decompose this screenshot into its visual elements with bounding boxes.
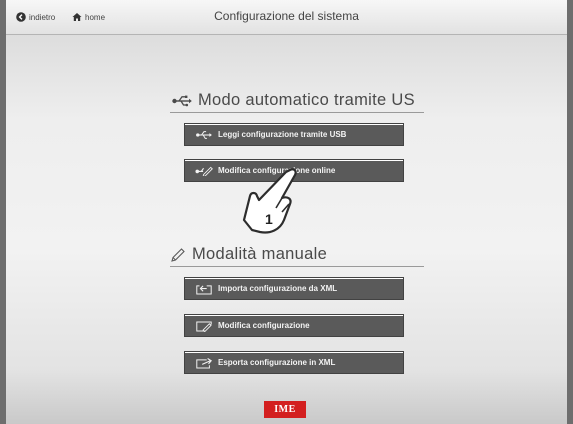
top-bar: indietro home Configurazione del sistema bbox=[6, 0, 567, 35]
left-border bbox=[0, 0, 6, 424]
read-usb-config-label: Leggi configurazione tramite USB bbox=[218, 130, 347, 139]
app-window: indietro home Configurazione del sistema… bbox=[0, 0, 573, 424]
edit-config-label: Modifica configurazione bbox=[218, 321, 310, 330]
edit-config-button[interactable]: Modifica configurazione bbox=[184, 314, 404, 337]
import-xml-config-label: Importa configurazione da XML bbox=[218, 284, 338, 293]
manual-section-title: Modalità manuale bbox=[192, 245, 328, 263]
import-icon bbox=[196, 284, 212, 294]
usb-icon bbox=[196, 130, 212, 139]
manual-section-heading: Modalità manuale bbox=[170, 245, 327, 264]
manual-section-divider bbox=[170, 266, 424, 267]
read-usb-config-button[interactable]: Leggi configurazione tramite USB bbox=[184, 123, 404, 146]
import-xml-config-button[interactable]: Importa configurazione da XML bbox=[184, 277, 404, 300]
pencil-icon bbox=[171, 247, 185, 262]
auto-section-title: Modo automatico tramite US bbox=[198, 91, 415, 109]
export-xml-config-label: Esporta configurazione in XML bbox=[218, 358, 336, 367]
auto-section-divider bbox=[170, 112, 424, 113]
pointing-hand-icon: 1 bbox=[242, 168, 297, 234]
export-icon bbox=[196, 357, 213, 368]
usb-pencil-icon bbox=[195, 166, 213, 176]
callout-number: 1 bbox=[265, 211, 273, 227]
auto-section-heading: Modo automatico tramite US bbox=[172, 91, 415, 110]
right-border bbox=[567, 0, 573, 424]
ime-logo: IME bbox=[264, 401, 306, 418]
usb-icon bbox=[172, 95, 192, 106]
export-xml-config-button[interactable]: Esporta configurazione in XML bbox=[184, 351, 404, 374]
page-title: Configurazione del sistema bbox=[214, 9, 359, 23]
edit-icon bbox=[196, 320, 212, 332]
